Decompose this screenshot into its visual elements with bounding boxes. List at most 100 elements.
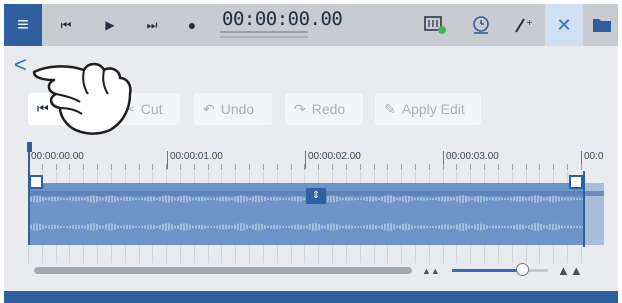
ruler-minor-tick bbox=[83, 164, 84, 170]
ruler-major-tick bbox=[305, 151, 306, 169]
ruler-minor-tick bbox=[415, 164, 416, 170]
close-button[interactable]: ✕ bbox=[545, 4, 583, 46]
ruler-minor-tick bbox=[539, 164, 540, 170]
ruler-minor-tick bbox=[208, 164, 209, 170]
redo-button[interactable]: ↷ Redo bbox=[285, 93, 363, 125]
ruler-minor-tick bbox=[194, 164, 195, 170]
hand-pointer-icon bbox=[32, 62, 132, 135]
horizontal-scrollbar[interactable] bbox=[34, 267, 412, 274]
redo-label: Redo bbox=[311, 101, 346, 117]
play-icon: ▶ bbox=[105, 18, 115, 32]
ruler-minor-tick bbox=[567, 164, 568, 170]
bottom-bar bbox=[4, 291, 618, 303]
ruler-minor-tick bbox=[221, 164, 222, 170]
ruler-minor-tick bbox=[429, 164, 430, 170]
record-button[interactable]: ● bbox=[178, 4, 206, 46]
ruler-minor-tick bbox=[318, 164, 319, 170]
menu-button[interactable]: ≡ bbox=[4, 4, 42, 46]
playhead-marker bbox=[27, 142, 32, 152]
timecode-underline-2 bbox=[220, 36, 308, 38]
ruler-minor-tick bbox=[456, 164, 457, 170]
folder-icon bbox=[593, 19, 611, 32]
ruler-minor-tick bbox=[97, 164, 98, 170]
ruler-label: 00:0 bbox=[584, 151, 604, 162]
ruler-minor-tick bbox=[263, 164, 264, 170]
ruler-label: 00:00:01.00 bbox=[170, 151, 223, 162]
ruler-minor-tick bbox=[332, 164, 333, 170]
menu-icon: ≡ bbox=[17, 14, 29, 36]
ruler-minor-tick bbox=[360, 164, 361, 170]
undo-button[interactable]: ↶ Undo bbox=[194, 93, 272, 125]
zoom-out-icon[interactable]: ▲▲ bbox=[422, 266, 440, 276]
mixer-button[interactable] bbox=[421, 4, 451, 46]
ruler-minor-tick bbox=[498, 164, 499, 170]
skip-forward-button[interactable]: ⏭ bbox=[138, 4, 166, 46]
ruler-minor-tick bbox=[235, 164, 236, 170]
playhead[interactable] bbox=[27, 142, 32, 245]
ruler-minor-tick bbox=[304, 164, 305, 170]
undo-label: Undo bbox=[220, 101, 255, 117]
timecode-display: 00:00:00.00 bbox=[222, 8, 343, 30]
apply-edit-label: Apply Edit bbox=[401, 101, 465, 117]
ruler-minor-tick bbox=[249, 164, 250, 170]
ruler-label: 00:00:03.00 bbox=[446, 151, 499, 162]
pencil-icon: ✎ bbox=[384, 100, 396, 117]
ruler-label: 00:00:02.00 bbox=[308, 151, 361, 162]
record-icon: ● bbox=[187, 17, 197, 33]
ruler-minor-tick bbox=[56, 164, 57, 170]
selection-start-handle[interactable] bbox=[29, 175, 43, 189]
ruler-minor-tick bbox=[401, 164, 402, 170]
ruler-minor-tick bbox=[152, 164, 153, 170]
cut-label: Cut bbox=[140, 101, 163, 117]
redo-icon: ↷ bbox=[294, 100, 306, 117]
ruler-minor-tick bbox=[470, 164, 471, 170]
ruler-minor-tick bbox=[111, 164, 112, 170]
ruler-minor-tick bbox=[526, 164, 527, 170]
ruler-minor-tick bbox=[125, 164, 126, 170]
timecode-underline bbox=[220, 31, 308, 33]
ruler-minor-tick bbox=[139, 164, 140, 170]
clock-icon bbox=[473, 16, 489, 34]
ruler-minor-tick bbox=[443, 164, 444, 170]
zoom-slider-fill bbox=[452, 269, 522, 272]
timeline[interactable]: 00:00:00.00 00:00:01.00 00:00:02.00 00:0… bbox=[27, 142, 604, 263]
effects-button[interactable]: + bbox=[508, 4, 538, 46]
editor-window: ≡ ⏮ ▶ ⏭ ● 00:00:00.00 + ✕ < ⏮ Cut ↶ Undo… bbox=[4, 4, 618, 303]
ruler-label: 00:00:00.00 bbox=[31, 151, 84, 162]
zoom-in-icon[interactable]: ▲▲ bbox=[557, 263, 583, 278]
ruler-minor-tick bbox=[387, 164, 388, 170]
ruler-minor-tick bbox=[180, 164, 181, 170]
selection-end-line bbox=[583, 171, 585, 247]
ruler-minor-tick bbox=[42, 164, 43, 170]
mixer-icon bbox=[424, 16, 446, 34]
top-toolbar: ≡ ⏮ ▶ ⏭ ● 00:00:00.00 + ✕ bbox=[4, 4, 618, 46]
zoom-slider-knob[interactable] bbox=[516, 263, 529, 276]
ruler-minor-tick bbox=[581, 164, 582, 170]
ruler-minor-tick bbox=[277, 164, 278, 170]
ruler-major-tick bbox=[167, 151, 168, 169]
skip-forward-icon: ⏭ bbox=[146, 17, 158, 32]
ruler-minor-tick bbox=[374, 164, 375, 170]
selection-end-handle[interactable] bbox=[569, 175, 583, 189]
ruler-minor-tick bbox=[484, 164, 485, 170]
skip-back-icon: ⏮ bbox=[60, 17, 72, 32]
ruler-minor-tick bbox=[512, 164, 513, 170]
magic-wand-icon: + bbox=[515, 18, 533, 33]
ruler-minor-tick bbox=[346, 164, 347, 170]
ruler-minor-tick bbox=[291, 164, 292, 170]
resize-vertical-icon: ⇕ bbox=[311, 190, 321, 201]
ruler-minor-tick bbox=[553, 164, 554, 170]
ruler-minor-tick bbox=[166, 164, 167, 170]
undo-icon: ↶ bbox=[203, 100, 215, 117]
play-button[interactable]: ▶ bbox=[96, 4, 124, 46]
folder-button[interactable] bbox=[586, 4, 618, 46]
ruler-minor-tick bbox=[69, 164, 70, 170]
chevron-left-icon: < bbox=[14, 52, 27, 77]
history-button[interactable] bbox=[466, 4, 496, 46]
resize-handle[interactable]: ⇕ bbox=[306, 188, 326, 204]
skip-back-button[interactable]: ⏮ bbox=[52, 4, 80, 46]
waveform-channel bbox=[28, 223, 583, 231]
svg-text:+: + bbox=[526, 18, 533, 27]
apply-edit-button[interactable]: ✎ Apply Edit bbox=[375, 93, 481, 125]
close-icon: ✕ bbox=[556, 14, 572, 35]
